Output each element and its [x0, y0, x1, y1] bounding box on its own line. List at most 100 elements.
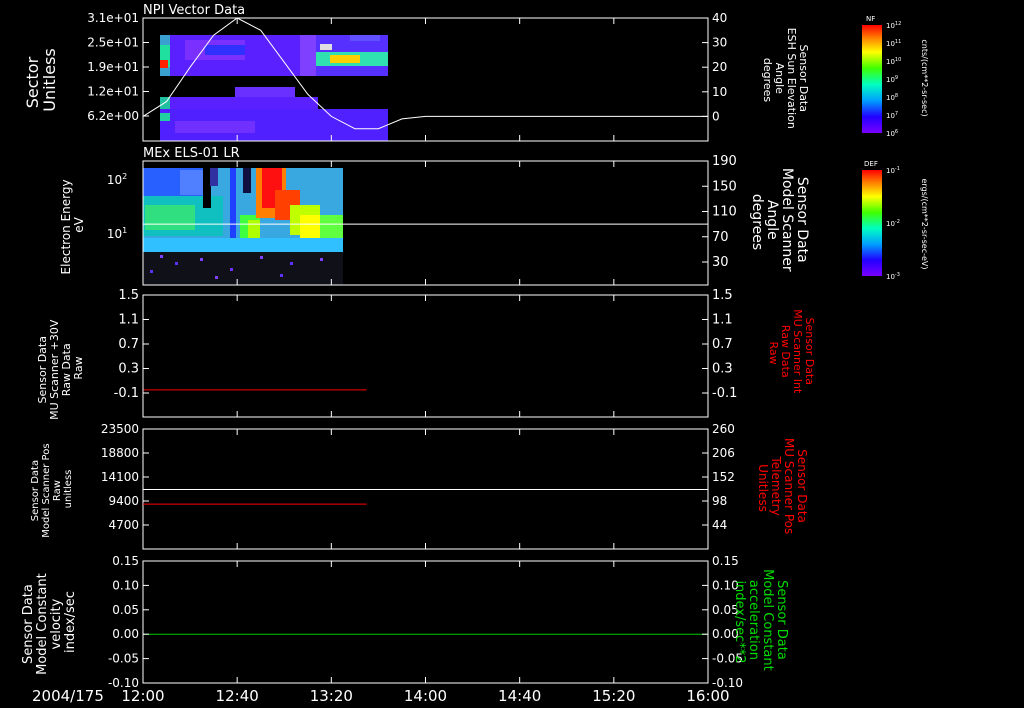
panel-mu-scanner-30v-ylabel: Sensor Data MU Scanner +30V Raw Data Raw	[36, 316, 85, 420]
panel-npi-title: NPI Vector Data	[143, 3, 245, 18]
panel-constant-velocity-frame	[142, 560, 709, 684]
panel-npi-yticks: 3.1e+01 2.5e+01 1.9e+01 1.2e+01 6.2e+00	[87, 11, 149, 123]
y2label-line: Sensor Data	[774, 580, 789, 660]
tick-label: 18800	[101, 446, 139, 460]
tick-label: -0.1	[114, 386, 139, 401]
tick-label: 1.2e+01	[87, 85, 139, 99]
tick-label: 260	[712, 422, 735, 436]
ylabel-line: Model Constant	[35, 573, 50, 675]
ytick-label: 102	[107, 172, 127, 187]
tick-label: 14100	[101, 470, 139, 484]
panel-els-y2label-line: degrees	[749, 194, 765, 250]
tick-label: 1.5	[118, 288, 139, 303]
y2label-line: acceleration	[746, 580, 761, 660]
time-tick-label: 14:40	[498, 687, 541, 705]
tick-label: 0.7	[118, 337, 139, 352]
panel-els-y2ticks: 190 150 110 70 30	[702, 154, 737, 270]
panel-els-ylabel-line: eV	[72, 216, 86, 232]
panel-constant-velocity-ylabel: Sensor Data Model Constant velocity inde…	[21, 569, 78, 675]
tick-label: 0.05	[112, 603, 139, 617]
tick-label: 20	[712, 60, 727, 74]
tick-label: 206	[712, 446, 735, 460]
colorbar-nf-gradient	[862, 25, 882, 133]
tick-label: 0.10	[112, 578, 139, 592]
panel-els-title: MEx ELS-01 LR	[143, 146, 240, 161]
tick-label: 9400	[108, 494, 139, 508]
colorbar-nf-unit: cnts/(cm**2-sr-sec)	[920, 39, 929, 116]
y2label-line: Model Constant	[760, 569, 775, 671]
tick-label: 2.5e+01	[87, 36, 139, 50]
panel-constant-velocity: 0.150.100.050.00-0.05-0.10 0.150.100.050…	[21, 554, 789, 690]
y2label-line: MU Scanner Pos	[782, 438, 796, 534]
tick-label: 30	[712, 255, 729, 270]
panel-npi-y2ticks: 40 30 20 10 0	[702, 11, 727, 123]
colorbar-tick-label: 108	[886, 93, 898, 102]
tick-label: 44	[712, 518, 727, 532]
colorbar-tick-label: 10-1	[886, 166, 900, 175]
ylabel-line: Raw	[72, 356, 85, 379]
panel-els-spectrogram	[143, 168, 343, 285]
panel-els-ylabel-line: Electron Energy	[59, 179, 73, 274]
time-tick-label: 15:20	[592, 687, 635, 705]
tick-label: 0.3	[712, 362, 733, 377]
panel-scanner-pos-yticks: 23500 18800 14100 9400 4700	[101, 422, 149, 532]
tick-label: 0	[712, 109, 720, 123]
tick-label: 110	[712, 205, 737, 220]
panel-els-yticks: 102 101	[107, 172, 127, 241]
date-label: 2004/175	[32, 687, 104, 705]
tick-label: 150	[712, 179, 737, 194]
ylabel-line: unitless	[63, 470, 74, 509]
time-tick-label: 16:00	[686, 687, 729, 705]
y2label-line: index/sec**2	[732, 580, 747, 663]
colorbar-tick-label: 1010	[886, 57, 901, 66]
colorbar-tick-label: 1011	[886, 39, 901, 48]
tick-label: 152	[712, 470, 735, 484]
time-tick-label: 12:00	[121, 687, 164, 705]
tick-label: 1.1	[118, 313, 139, 328]
panel-els-y2label: Sensor Data Model Scanner Angle degrees	[749, 168, 810, 276]
tick-label: 40	[712, 11, 727, 25]
panel-scanner-pos: 23500 18800 14100 9400 4700 260 206 152 98 44 Se…	[30, 422, 809, 550]
tick-label: 70	[712, 230, 729, 245]
panel-constant-velocity-y2label: Sensor Data Model Constant acceleration …	[732, 569, 789, 675]
panel-els-y2label-line: Sensor Data	[794, 177, 810, 263]
time-tick-label: 13:20	[310, 687, 353, 705]
y2label-line: Telemetry	[769, 455, 783, 515]
panel-mu-scanner-30v-y2ticks: 1.5 1.1 0.7 0.3 -0.1	[702, 288, 737, 401]
panel-mu-scanner-30v-y2label: Sensor Data MU Scanner Int Raw Data Raw	[767, 309, 816, 397]
y2label-line: Unitless	[756, 464, 770, 512]
tick-label: 4700	[108, 518, 139, 532]
tick-label: 1.5	[712, 288, 733, 303]
colorbar-nf-ticks: 1012 1011 1010 109 108 107 106	[886, 21, 901, 138]
time-tick-label: 12:40	[216, 687, 259, 705]
tick-label: 0.15	[712, 554, 739, 568]
tick-label: 98	[712, 494, 727, 508]
panel-npi: NPI Vector Data 3.1e+01 2.5e+01 1.9e+01 1.2…	[23, 3, 929, 142]
y2label-line: Raw	[767, 341, 780, 364]
colorbar-tick-label: 107	[886, 111, 898, 120]
colorbar-tick-label: 1012	[886, 21, 901, 30]
colorbar-def: DEF 10-1 10-2 10-3 ergs/(cm**2-sr-sec-eV)	[862, 160, 929, 281]
colorbar-nf-label: NF	[866, 15, 875, 23]
tick-label: 1.1	[712, 313, 733, 328]
ylabel-line: velocity	[49, 598, 64, 649]
tick-label: 10	[712, 85, 727, 99]
tick-label: 6.2e+00	[87, 109, 139, 123]
panel-npi-spectrogram	[160, 35, 388, 141]
panel-npi-y2label-line: degrees	[761, 58, 774, 103]
colorbar-def-ticks: 10-1 10-2 10-3	[886, 166, 900, 281]
colorbar-tick-label: 10-3	[886, 272, 900, 281]
colorbar-tick-label: 109	[886, 75, 898, 84]
colorbar-def-gradient	[862, 170, 882, 276]
tick-label: 0.7	[712, 337, 733, 352]
panel-els-ylabel: Electron Energy eV	[59, 176, 86, 275]
panel-mu-scanner-30v: 1.5 1.1 0.7 0.3 -0.1 1.5 1.1 0.7 0.3 -0.1 Sensor…	[36, 288, 816, 420]
tick-label: 30	[712, 36, 727, 50]
colorbar-nf: NF 1012 1011 1010 109 108 107 106 cnts/(cm**2-…	[862, 15, 929, 138]
ylabel-line: Model Scanner Pos	[41, 443, 52, 537]
tick-label: 0.3	[118, 362, 139, 377]
tick-label: -0.1	[712, 386, 737, 401]
tick-label: 3.1e+01	[87, 11, 139, 25]
panel-els-y2label-line: Model Scanner	[779, 168, 795, 272]
tick-label: 0.15	[112, 554, 139, 568]
